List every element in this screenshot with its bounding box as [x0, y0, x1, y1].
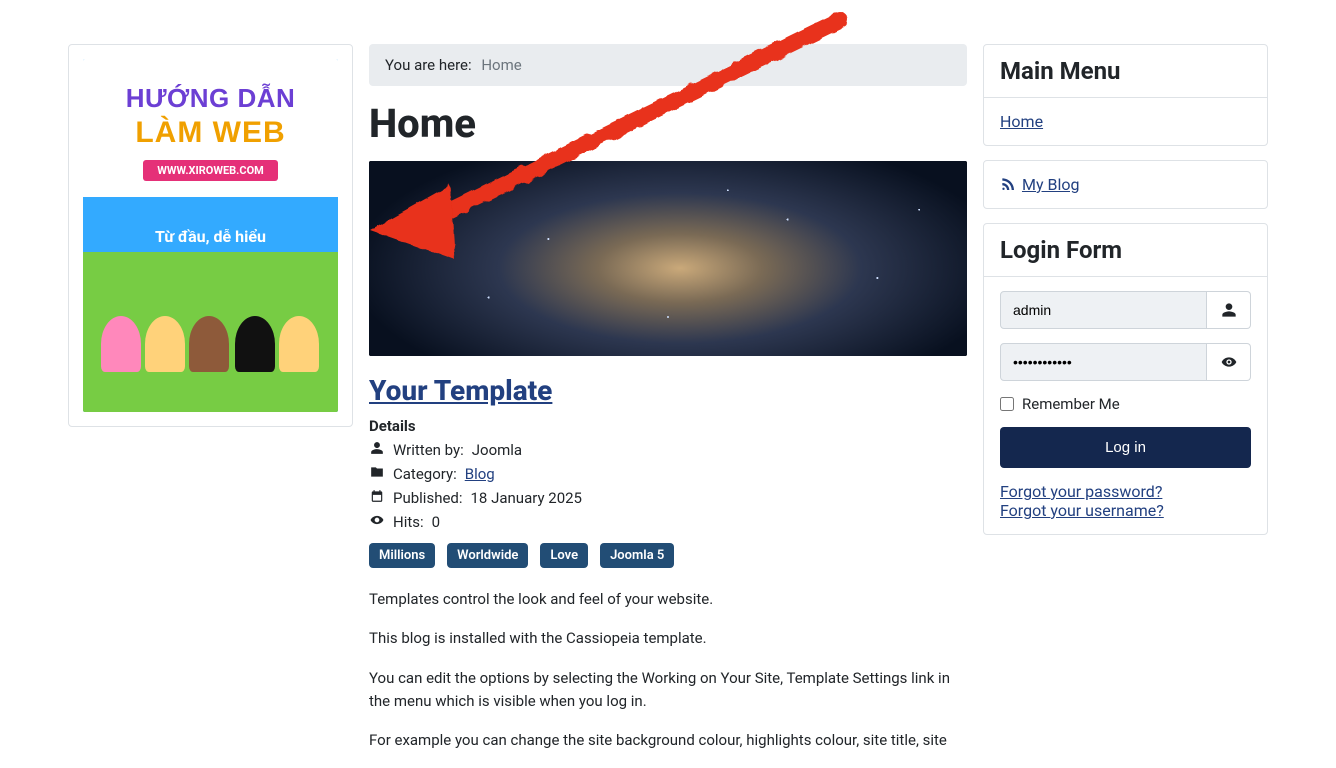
breadcrumb-home[interactable]: Home — [481, 56, 521, 74]
blog-module: My Blog — [983, 160, 1268, 209]
calendar-icon — [369, 489, 385, 507]
remember-me-row[interactable]: Remember Me — [1000, 395, 1251, 413]
user-icon — [369, 441, 385, 459]
banner-line1: HƯỚNG DẪN — [93, 83, 328, 114]
breadcrumb: You are here: Home — [369, 44, 967, 86]
published-label: Published: — [393, 489, 463, 507]
banner-illustration — [83, 252, 338, 412]
author-name: Joomla — [472, 441, 522, 459]
tag-item[interactable]: Joomla 5 — [600, 543, 674, 568]
login-form-title: Login Form — [984, 224, 1267, 277]
page-title: Home — [369, 100, 967, 147]
remember-me-label: Remember Me — [1022, 395, 1120, 413]
login-button[interactable]: Log in — [1000, 427, 1251, 468]
tag-item[interactable]: Worldwide — [447, 543, 528, 568]
meta-hits: Hits: 0 — [369, 513, 967, 531]
breadcrumb-label: You are here: — [385, 56, 472, 74]
written-by-label: Written by: — [393, 441, 464, 459]
article-title: Your Template — [369, 374, 967, 407]
remember-me-checkbox[interactable] — [1000, 397, 1014, 411]
hits-label: Hits: — [393, 513, 424, 531]
article-paragraph: This blog is installed with the Cassiope… — [369, 627, 967, 650]
tags-container: Millions Worldwide Love Joomla 5 — [369, 543, 967, 568]
meta-category: Category: Blog — [369, 465, 967, 483]
forgot-username-link[interactable]: Forgot your username? — [1000, 501, 1164, 520]
main-menu-module: Main Menu Home — [983, 44, 1268, 146]
my-blog-link[interactable]: My Blog — [1022, 175, 1079, 194]
article-paragraph: You can edit the options by selecting th… — [369, 667, 967, 714]
article-paragraph: Templates control the look and feel of y… — [369, 588, 967, 611]
meta-author: Written by: Joomla — [369, 441, 967, 459]
tag-item[interactable]: Love — [540, 543, 588, 568]
main-menu-item-home[interactable]: Home — [1000, 112, 1043, 131]
user-addon-icon — [1207, 291, 1251, 329]
rss-icon — [1000, 175, 1018, 194]
banner-ribbon: WWW.XIROWEB.COM — [143, 160, 278, 181]
category-label: Category: — [393, 465, 457, 483]
banner-line2: LÀM WEB — [93, 116, 328, 150]
article-paragraph: For example you can change the site back… — [369, 729, 967, 752]
article-title-link[interactable]: Your Template — [369, 374, 552, 407]
login-form-module: Login Form Remember Me — [983, 223, 1268, 535]
meta-published: Published: 18 January 2025 — [369, 489, 967, 507]
hits-count: 0 — [432, 513, 440, 531]
banner-tagline: Từ đầu, dễ hiểu — [155, 227, 266, 246]
folder-icon — [369, 465, 385, 483]
left-banner-card: HƯỚNG DẪN LÀM WEB WWW.XIROWEB.COM Từ đầu… — [68, 44, 353, 427]
show-password-button[interactable] — [1207, 343, 1251, 381]
username-input[interactable] — [1000, 291, 1207, 329]
details-label: Details — [369, 417, 967, 435]
category-link[interactable]: Blog — [465, 465, 495, 483]
banner-image: HƯỚNG DẪN LÀM WEB WWW.XIROWEB.COM Từ đầu… — [83, 59, 338, 412]
password-input[interactable] — [1000, 343, 1207, 381]
eye-icon — [369, 513, 385, 531]
main-menu-title: Main Menu — [984, 45, 1267, 98]
forgot-password-link[interactable]: Forgot your password? — [1000, 482, 1162, 501]
published-date: 18 January 2025 — [471, 489, 582, 507]
tag-item[interactable]: Millions — [369, 543, 435, 568]
article-hero-image — [369, 161, 967, 356]
